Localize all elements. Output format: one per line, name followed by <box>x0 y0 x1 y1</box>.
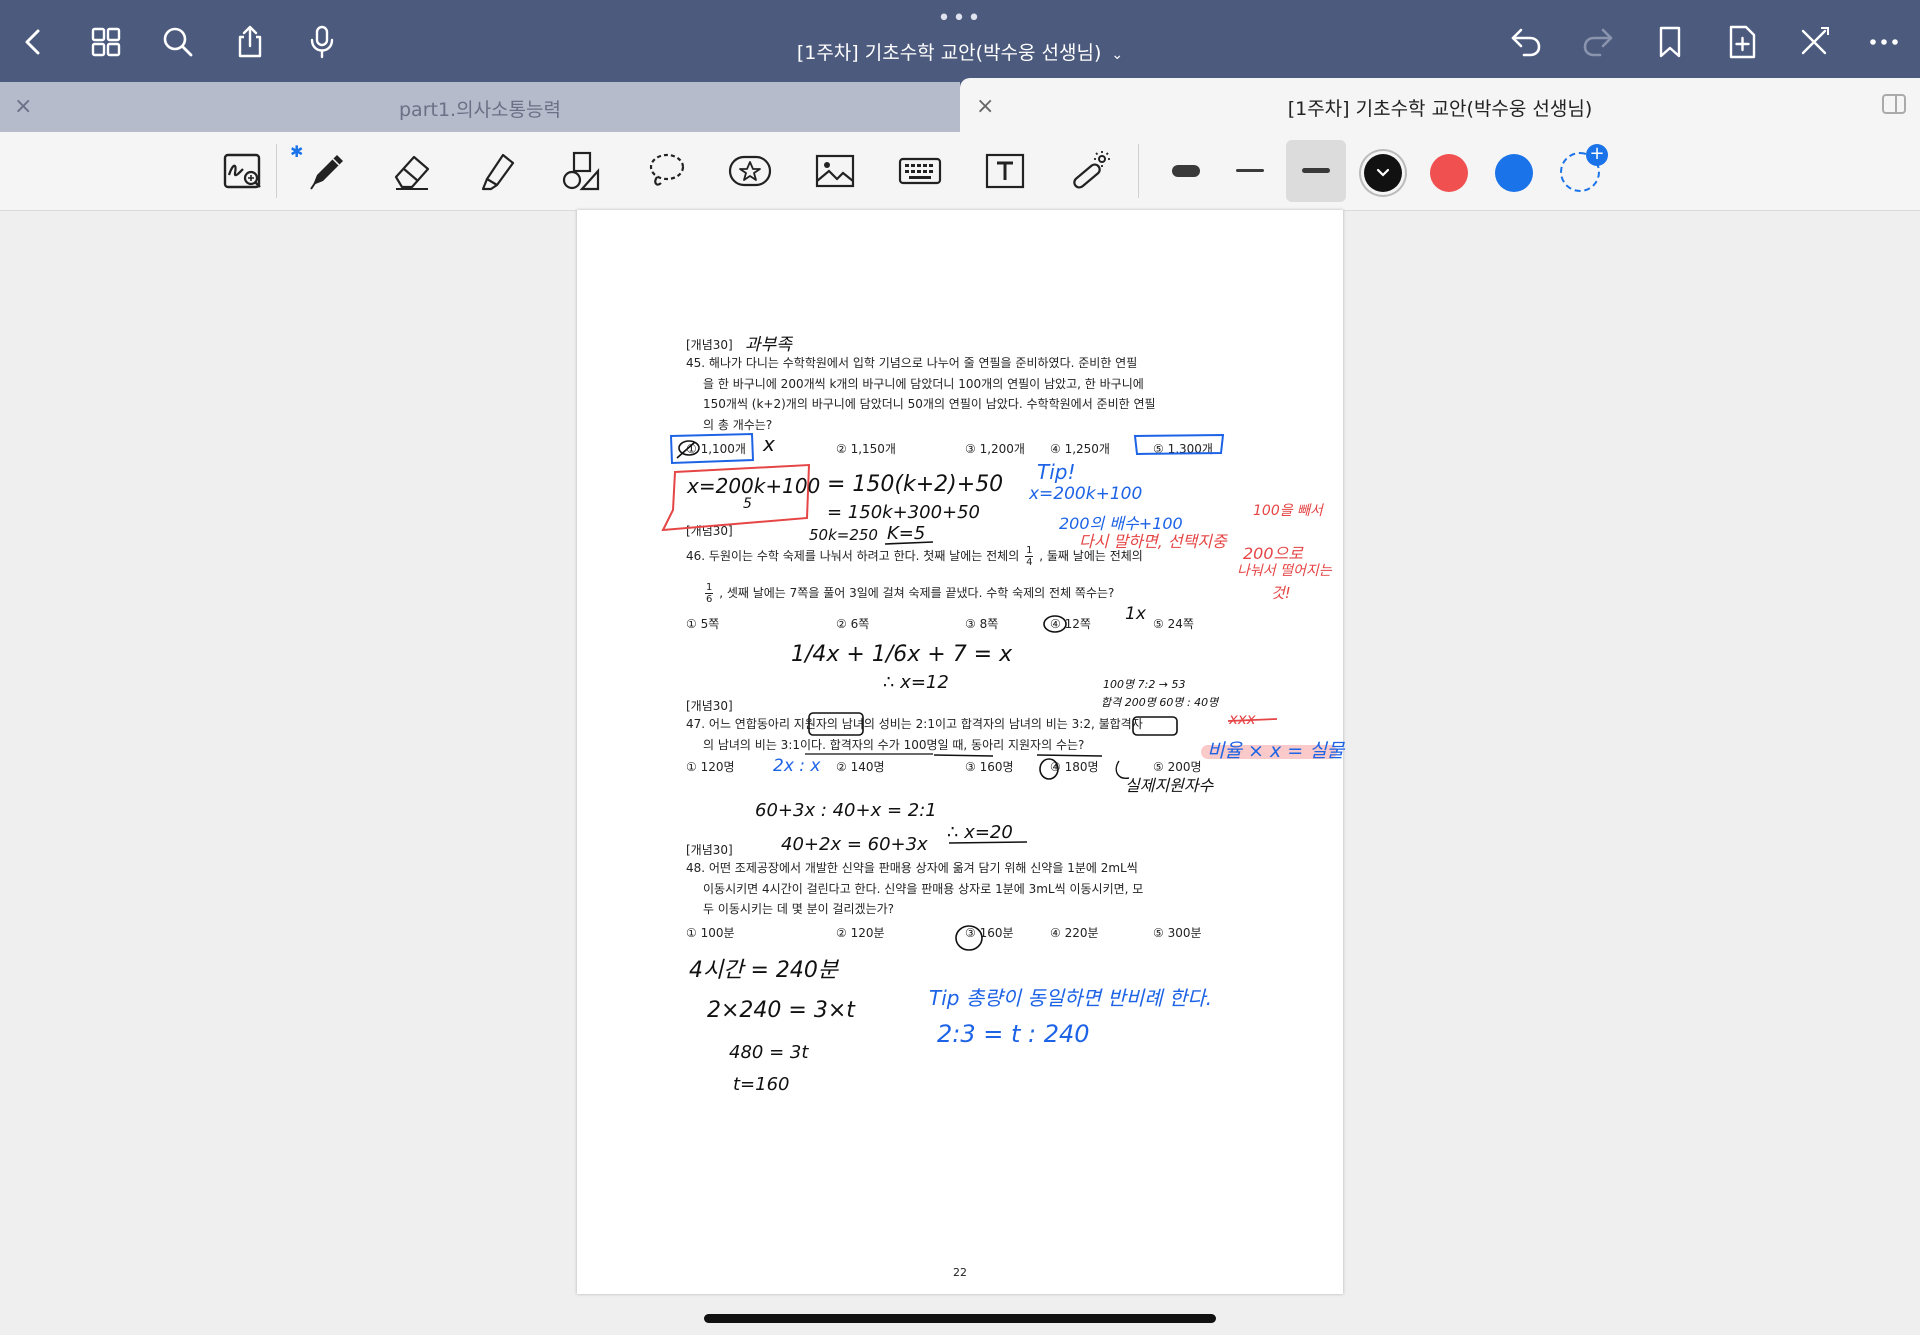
document-page[interactable]: [개념30] 45. 해나가 다니는 수학학원에서 입학 기념으로 나누어 줄 … <box>577 210 1345 1294</box>
eraser-icon[interactable] <box>386 146 438 196</box>
tab-bar: × part1.의사소통능력 × [1주차] 기초수학 교안(박수웅 선생님) <box>0 78 1920 132</box>
undo-icon[interactable] <box>1504 20 1548 64</box>
share-icon[interactable] <box>228 20 272 64</box>
stroke-width-thin[interactable] <box>1224 146 1276 196</box>
handwritten-equation: K=5 <box>887 523 926 544</box>
handwritten-note: xxx <box>1229 710 1256 728</box>
toolbar-separator <box>276 144 277 198</box>
more-icon[interactable] <box>1862 20 1906 64</box>
home-indicator[interactable] <box>704 1314 1216 1323</box>
handwritten-note: 1x <box>1125 604 1146 624</box>
handwritten-equation: 4시간 = 240분 <box>689 958 839 983</box>
add-color-button[interactable]: + <box>1560 144 1608 192</box>
handwritten-equation: t=160 <box>733 1074 790 1095</box>
pen-icon[interactable] <box>301 146 353 196</box>
laser-pointer-icon[interactable] <box>1064 146 1116 196</box>
handwritten-equation: 5 <box>743 496 752 512</box>
handwritten-equation: 2:3 = t : 240 <box>937 1020 1090 1048</box>
redo-icon[interactable] <box>1576 20 1620 64</box>
handwritten-note: 100명 7:2 → 53 <box>1103 678 1186 691</box>
handwritten-tip: Tip! <box>1037 460 1076 484</box>
microphone-icon[interactable] <box>300 20 344 64</box>
tab-current-document[interactable]: × [1주차] 기초수학 교안(박수웅 선생님) <box>960 78 1920 132</box>
handwritten-note: 100을 빼서 <box>1253 503 1323 519</box>
sticker-icon[interactable] <box>724 146 776 196</box>
shapes-icon[interactable] <box>556 146 608 196</box>
handwritten-note: 과부족 <box>745 335 792 355</box>
search-icon[interactable] <box>156 20 200 64</box>
tab-part1[interactable]: × part1.의사소통능력 <box>0 82 960 132</box>
handwritten-equation: 60+3x : 40+x = 2:1 <box>755 800 937 821</box>
handwritten-note: 실제지원자수 <box>1125 776 1214 795</box>
lasso-icon[interactable] <box>641 146 693 196</box>
color-red[interactable] <box>1430 154 1468 192</box>
color-black[interactable] <box>1364 154 1402 192</box>
document-title-dropdown[interactable]: [1주차] 기초수학 교안(박수웅 선생님) ⌄ <box>760 38 1160 65</box>
top-navigation-bar: ••• [1주차] 기초수학 교안(박수웅 선생님) ⌄ <box>0 0 1920 82</box>
tab-label: [1주차] 기초수학 교안(박수웅 선생님) <box>1287 98 1593 120</box>
image-icon[interactable] <box>809 146 861 196</box>
handwritten-equation: 1/4x + 1/6x + 7 = x <box>791 642 1013 667</box>
back-icon[interactable] <box>12 20 56 64</box>
handwritten-equation: = 150(k+2)+50 <box>827 472 1004 497</box>
stroke-width-thick[interactable] <box>1160 146 1212 196</box>
handwritten-equation: ∴ x=20 <box>947 822 1013 843</box>
handwritten-equation: x=200k+100 <box>687 474 821 498</box>
handwritten-equation: 2×240 = 3×t <box>707 998 855 1023</box>
handwritten-note: 비율 × x = 실물 <box>1207 740 1345 762</box>
drawing-toolbar: ✱ + <box>0 132 1920 211</box>
handwritten-tip: Tip 총량이 동일하면 반비례 한다. <box>929 986 1213 1010</box>
zoom-write-icon[interactable] <box>217 146 269 196</box>
handwritten-note: x <box>763 432 775 456</box>
split-view-icon[interactable] <box>1882 94 1906 114</box>
bookmark-icon[interactable] <box>1648 20 1692 64</box>
handwritten-note: 것! <box>1271 584 1291 602</box>
handwritten-note: 나눠서 떨어지는 <box>1237 563 1332 579</box>
grid-icon[interactable] <box>84 20 128 64</box>
chevron-down-icon: ⌄ <box>1111 47 1124 63</box>
chevron-down-icon <box>1376 168 1390 177</box>
handwritten-note: 합격 200명 60명 : 40명 <box>1101 696 1219 709</box>
close-edit-icon[interactable] <box>1792 20 1836 64</box>
handwritten-note: 2x : x <box>773 756 821 776</box>
add-page-icon[interactable] <box>1720 20 1764 64</box>
tab-label: part1.의사소통능력 <box>399 99 561 121</box>
handwritten-tip: x=200k+100 <box>1029 484 1143 504</box>
toolbar-separator <box>1138 144 1139 198</box>
handwritten-equation: = 150k+300+50 <box>827 502 981 523</box>
plus-icon: + <box>1586 144 1608 166</box>
text-box-icon[interactable] <box>979 146 1031 196</box>
handwritten-equation: 50k=250 <box>809 526 878 544</box>
document-title: [1주차] 기초수학 교안(박수웅 선생님) <box>796 42 1102 64</box>
handwritten-equation: ∴ x=12 <box>883 672 949 693</box>
highlighter-icon[interactable] <box>471 146 523 196</box>
color-blue[interactable] <box>1495 154 1533 192</box>
keyboard-icon[interactable] <box>894 146 946 196</box>
handwritten-equation: 480 = 3t <box>729 1042 809 1063</box>
handwritten-equation: 40+2x = 60+3x <box>781 834 928 855</box>
handwritten-tip: 다시 말하면, 선택지중 <box>1079 532 1227 551</box>
stroke-width-medium[interactable] <box>1286 140 1346 202</box>
window-handle[interactable]: ••• <box>936 8 984 30</box>
